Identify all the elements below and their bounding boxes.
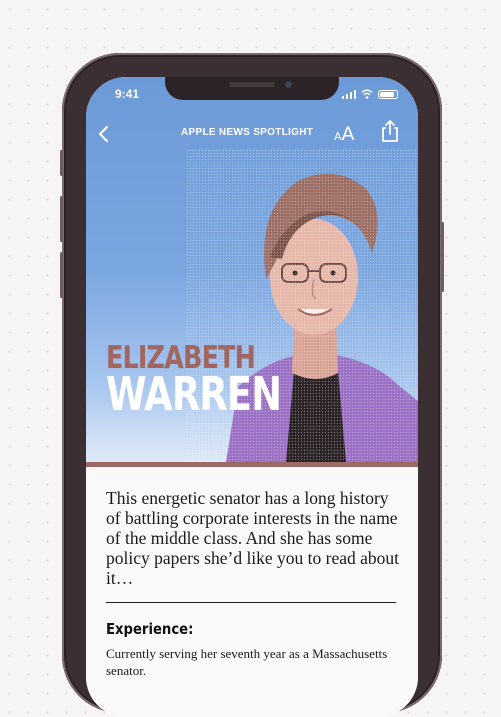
volume-up-button	[60, 196, 63, 242]
phone-screen: ELIZABETH WARREN 9:41 APPLE NEWS SPOTLIG…	[86, 77, 418, 717]
status-bar: 9:41	[86, 87, 418, 103]
status-time: 9:41	[115, 87, 140, 101]
article-lede: This energetic senator has a long histor…	[106, 488, 400, 588]
wifi-icon	[361, 89, 373, 99]
last-name: WARREN	[106, 366, 282, 421]
mute-switch	[60, 150, 63, 176]
signal-icon	[341, 90, 356, 99]
article-body: This energetic senator has a long histor…	[86, 467, 418, 717]
share-icon[interactable]	[380, 119, 400, 143]
hero-name: ELIZABETH WARREN	[106, 343, 325, 421]
nav-title: APPLE NEWS SPOTLIGHT	[181, 127, 314, 138]
section-divider	[106, 602, 396, 603]
volume-down-button	[60, 252, 63, 298]
text-size-large-label: A	[341, 123, 355, 145]
section-body: Currently serving her seventh year as a …	[106, 646, 388, 678]
side-button	[441, 222, 444, 292]
text-size-small-label: A	[334, 130, 342, 143]
chevron-left-icon[interactable]	[94, 124, 114, 144]
section-heading: Experience:	[106, 620, 194, 638]
navigation-bar: APPLE NEWS SPOTLIGHT AA	[86, 119, 418, 147]
text-size-button[interactable]: AA	[334, 123, 355, 145]
battery-icon	[378, 90, 398, 99]
